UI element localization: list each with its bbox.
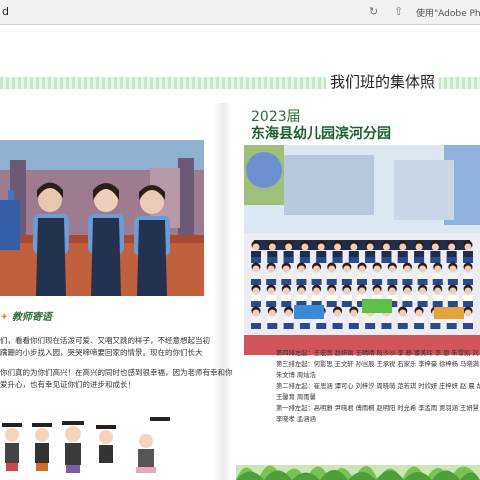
graduates-cartoon [2, 417, 170, 473]
rotate-icon[interactable]: ↻ [369, 5, 378, 18]
name-row: 第一排左起：高明雅 尹晓君 傅雨桐 赵明阳 时允希 李孟雨 贾羽涵 王妍慧 王 [276, 405, 480, 412]
document-page: 我们班的集体照 2023届 东海县幼儿园滨河分园 ✦ 教师寄语 们，看看你们现在… [0, 25, 480, 480]
teacher-words-line: 你们真的为你们高兴！在高兴的同时也感到很幸福，因为老师有幸和你 [0, 368, 233, 377]
class-group-photo [244, 145, 480, 355]
teachers-photo [0, 140, 204, 296]
teacher-words-line: 蹒跚的小步找入园，哭哭啼啼要回家的情景。现在的你们长大 [0, 348, 203, 357]
teacher-words-line: 爱升心，也有幸见证你们的进步和成长！ [0, 380, 135, 389]
name-row: 第二排左起：崔思涵 谭可心 刘梓汐 周晓萌 范若琪 时欣妍 庄梓妍 赵 晨 胡 [276, 383, 480, 390]
page-spine [214, 103, 232, 480]
teacher-words-title: ✦ 教师寄语 [0, 312, 52, 323]
window-title: d [2, 5, 9, 18]
name-row: 李晓孝 孟涵涵 [276, 416, 316, 423]
share-icon[interactable]: ⇧ [394, 5, 403, 18]
teacher-words-line: 们，看看你们现在活泼可爱、又唱又跳的样子，不经意想起当初 [0, 336, 210, 345]
name-row: 朱文博 周灿浩 [276, 372, 316, 379]
name-row: 第三排左起：何影思 王文轩 孙岂辰 王承锐 石家乐 李梓豪 徐梓杨 马晓满 范 [276, 361, 480, 368]
name-row: 第四排左起：王宏宽 赵妍颖 王晴晴 段沙沙 李 静 董美玲 李 恩 朱雪凯 刘 [276, 350, 479, 357]
viewer-toolbar: d ↻ ⇧ 使用"Adobe Pho [0, 0, 480, 25]
grass-decoration [236, 465, 480, 480]
star-icon: ✦ [0, 312, 9, 323]
name-row: 王馨育 周雨馨 [276, 394, 316, 401]
school-name: 东海县幼儿园滨河分园 [251, 126, 391, 142]
section-title: 我们班的集体照 [326, 71, 440, 92]
open-in-adobe-button[interactable]: 使用"Adobe Pho [416, 6, 480, 19]
